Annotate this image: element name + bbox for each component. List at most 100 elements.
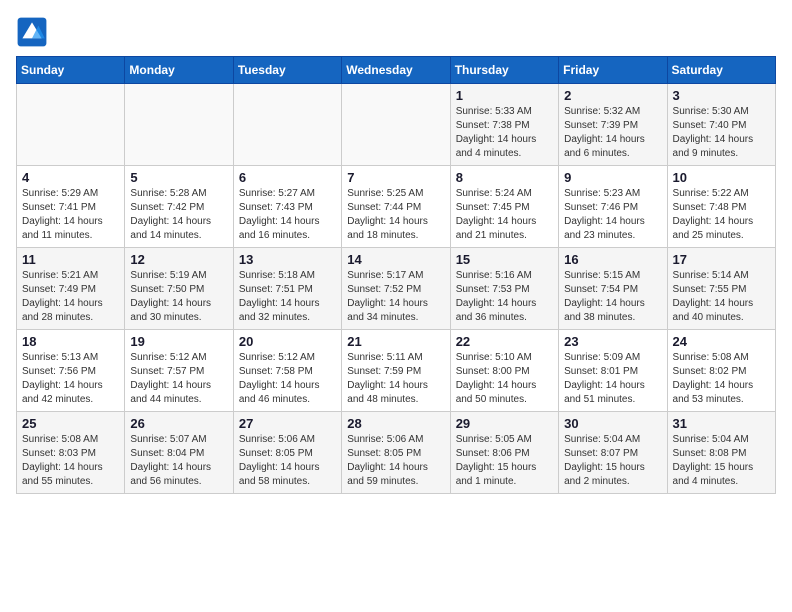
day-number: 21 xyxy=(347,334,444,349)
day-number: 18 xyxy=(22,334,119,349)
day-cell: 5 Sunrise: 5:28 AM Sunset: 7:42 PM Daylig… xyxy=(125,166,233,248)
day-cell: 23Sunrise: 5:09 AM Sunset: 8:01 PM Dayli… xyxy=(559,330,667,412)
day-number: 20 xyxy=(239,334,336,349)
day-info: Sunrise: 5:06 AM Sunset: 8:05 PM Dayligh… xyxy=(239,433,336,489)
day-cell: 1 Sunrise: 5:33 AM Sunset: 7:38 PM Daylig… xyxy=(450,84,558,166)
page-header xyxy=(16,16,776,48)
col-header-saturday: Saturday xyxy=(667,57,775,84)
day-info: Sunrise: 5:27 AM Sunset: 7:43 PM Dayligh… xyxy=(239,187,336,243)
day-info: Sunrise: 5:16 AM Sunset: 7:53 PM Dayligh… xyxy=(456,269,553,325)
col-header-thursday: Thursday xyxy=(450,57,558,84)
day-number: 4 xyxy=(22,170,119,185)
day-number: 9 xyxy=(564,170,661,185)
day-number: 1 xyxy=(456,88,553,103)
day-info: Sunrise: 5:06 AM Sunset: 8:05 PM Dayligh… xyxy=(347,433,444,489)
day-cell: 31Sunrise: 5:04 AM Sunset: 8:08 PM Dayli… xyxy=(667,412,775,494)
day-cell: 27Sunrise: 5:06 AM Sunset: 8:05 PM Dayli… xyxy=(233,412,341,494)
day-info: Sunrise: 5:29 AM Sunset: 7:41 PM Dayligh… xyxy=(22,187,119,243)
week-row-4: 18 Sunrise: 5:13 AM Sunset: 7:56 PM Dayli… xyxy=(17,330,776,412)
day-info: Sunrise: 5:15 AM Sunset: 7:54 PM Dayligh… xyxy=(564,269,661,325)
day-cell: 18 Sunrise: 5:13 AM Sunset: 7:56 PM Dayli… xyxy=(17,330,125,412)
day-cell: 19Sunrise: 5:12 AM Sunset: 7:57 PM Dayli… xyxy=(125,330,233,412)
week-row-1: 1 Sunrise: 5:33 AM Sunset: 7:38 PM Daylig… xyxy=(17,84,776,166)
day-cell: 9 Sunrise: 5:23 AM Sunset: 7:46 PM Daylig… xyxy=(559,166,667,248)
day-cell xyxy=(233,84,341,166)
day-cell: 26Sunrise: 5:07 AM Sunset: 8:04 PM Dayli… xyxy=(125,412,233,494)
day-info: Sunrise: 5:33 AM Sunset: 7:38 PM Dayligh… xyxy=(456,105,553,161)
day-number: 28 xyxy=(347,416,444,431)
calendar-table: SundayMondayTuesdayWednesdayThursdayFrid… xyxy=(16,56,776,494)
day-cell: 16 Sunrise: 5:15 AM Sunset: 7:54 PM Dayli… xyxy=(559,248,667,330)
day-cell xyxy=(342,84,450,166)
day-cell: 22 Sunrise: 5:10 AM Sunset: 8:00 PM Dayli… xyxy=(450,330,558,412)
day-number: 12 xyxy=(130,252,227,267)
day-info: Sunrise: 5:04 AM Sunset: 8:07 PM Dayligh… xyxy=(564,433,661,489)
day-cell: 24Sunrise: 5:08 AM Sunset: 8:02 PM Dayli… xyxy=(667,330,775,412)
day-number: 17 xyxy=(673,252,770,267)
week-row-3: 11 Sunrise: 5:21 AM Sunset: 7:49 PM Dayli… xyxy=(17,248,776,330)
col-header-friday: Friday xyxy=(559,57,667,84)
day-number: 2 xyxy=(564,88,661,103)
day-info: Sunrise: 5:30 AM Sunset: 7:40 PM Dayligh… xyxy=(673,105,770,161)
day-cell: 7 Sunrise: 5:25 AM Sunset: 7:44 PM Daylig… xyxy=(342,166,450,248)
day-cell: 29Sunrise: 5:05 AM Sunset: 8:06 PM Dayli… xyxy=(450,412,558,494)
day-cell: 17 Sunrise: 5:14 AM Sunset: 7:55 PM Dayli… xyxy=(667,248,775,330)
day-cell: 3 Sunrise: 5:30 AM Sunset: 7:40 PM Daylig… xyxy=(667,84,775,166)
day-cell: 30 Sunrise: 5:04 AM Sunset: 8:07 PM Dayli… xyxy=(559,412,667,494)
day-info: Sunrise: 5:25 AM Sunset: 7:44 PM Dayligh… xyxy=(347,187,444,243)
day-number: 15 xyxy=(456,252,553,267)
day-cell: 20Sunrise: 5:12 AM Sunset: 7:58 PM Dayli… xyxy=(233,330,341,412)
day-number: 6 xyxy=(239,170,336,185)
day-info: Sunrise: 5:21 AM Sunset: 7:49 PM Dayligh… xyxy=(22,269,119,325)
day-info: Sunrise: 5:23 AM Sunset: 7:46 PM Dayligh… xyxy=(564,187,661,243)
day-info: Sunrise: 5:14 AM Sunset: 7:55 PM Dayligh… xyxy=(673,269,770,325)
day-info: Sunrise: 5:05 AM Sunset: 8:06 PM Dayligh… xyxy=(456,433,553,489)
day-number: 30 xyxy=(564,416,661,431)
col-header-monday: Monday xyxy=(125,57,233,84)
day-number: 16 xyxy=(564,252,661,267)
day-cell xyxy=(125,84,233,166)
logo-icon xyxy=(16,16,48,48)
day-cell: 6 Sunrise: 5:27 AM Sunset: 7:43 PM Daylig… xyxy=(233,166,341,248)
day-info: Sunrise: 5:08 AM Sunset: 8:02 PM Dayligh… xyxy=(673,351,770,407)
day-info: Sunrise: 5:09 AM Sunset: 8:01 PM Dayligh… xyxy=(564,351,661,407)
col-header-tuesday: Tuesday xyxy=(233,57,341,84)
day-info: Sunrise: 5:24 AM Sunset: 7:45 PM Dayligh… xyxy=(456,187,553,243)
day-cell: 21 Sunrise: 5:11 AM Sunset: 7:59 PM Dayli… xyxy=(342,330,450,412)
day-info: Sunrise: 5:11 AM Sunset: 7:59 PM Dayligh… xyxy=(347,351,444,407)
day-cell: 10 Sunrise: 5:22 AM Sunset: 7:48 PM Dayli… xyxy=(667,166,775,248)
day-info: Sunrise: 5:32 AM Sunset: 7:39 PM Dayligh… xyxy=(564,105,661,161)
day-number: 25 xyxy=(22,416,119,431)
day-number: 5 xyxy=(130,170,227,185)
day-info: Sunrise: 5:22 AM Sunset: 7:48 PM Dayligh… xyxy=(673,187,770,243)
day-number: 11 xyxy=(22,252,119,267)
header-row: SundayMondayTuesdayWednesdayThursdayFrid… xyxy=(17,57,776,84)
col-header-wednesday: Wednesday xyxy=(342,57,450,84)
day-number: 26 xyxy=(130,416,227,431)
day-cell: 8 Sunrise: 5:24 AM Sunset: 7:45 PM Daylig… xyxy=(450,166,558,248)
day-info: Sunrise: 5:10 AM Sunset: 8:00 PM Dayligh… xyxy=(456,351,553,407)
day-info: Sunrise: 5:18 AM Sunset: 7:51 PM Dayligh… xyxy=(239,269,336,325)
day-number: 7 xyxy=(347,170,444,185)
day-cell: 25Sunrise: 5:08 AM Sunset: 8:03 PM Dayli… xyxy=(17,412,125,494)
day-info: Sunrise: 5:28 AM Sunset: 7:42 PM Dayligh… xyxy=(130,187,227,243)
day-cell xyxy=(17,84,125,166)
day-number: 22 xyxy=(456,334,553,349)
day-number: 13 xyxy=(239,252,336,267)
day-info: Sunrise: 5:12 AM Sunset: 7:57 PM Dayligh… xyxy=(130,351,227,407)
week-row-5: 25Sunrise: 5:08 AM Sunset: 8:03 PM Dayli… xyxy=(17,412,776,494)
day-cell: 12 Sunrise: 5:19 AM Sunset: 7:50 PM Dayli… xyxy=(125,248,233,330)
day-number: 8 xyxy=(456,170,553,185)
day-info: Sunrise: 5:19 AM Sunset: 7:50 PM Dayligh… xyxy=(130,269,227,325)
day-cell: 2 Sunrise: 5:32 AM Sunset: 7:39 PM Daylig… xyxy=(559,84,667,166)
logo xyxy=(16,16,52,48)
day-info: Sunrise: 5:13 AM Sunset: 7:56 PM Dayligh… xyxy=(22,351,119,407)
day-number: 31 xyxy=(673,416,770,431)
day-cell: 14Sunrise: 5:17 AM Sunset: 7:52 PM Dayli… xyxy=(342,248,450,330)
day-cell: 11 Sunrise: 5:21 AM Sunset: 7:49 PM Dayli… xyxy=(17,248,125,330)
day-number: 3 xyxy=(673,88,770,103)
day-cell: 4 Sunrise: 5:29 AM Sunset: 7:41 PM Daylig… xyxy=(17,166,125,248)
day-number: 10 xyxy=(673,170,770,185)
day-number: 14 xyxy=(347,252,444,267)
col-header-sunday: Sunday xyxy=(17,57,125,84)
